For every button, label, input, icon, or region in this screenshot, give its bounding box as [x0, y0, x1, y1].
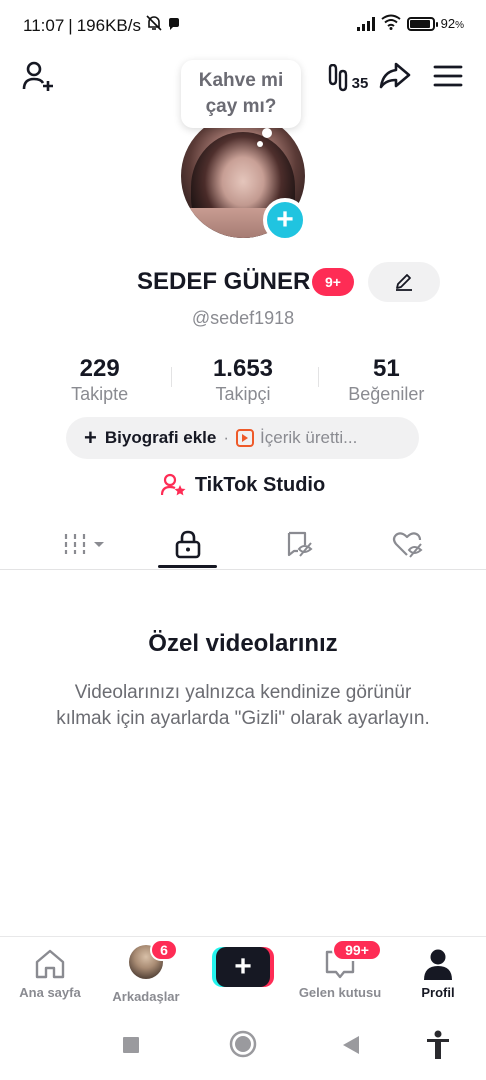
hamburger-menu-icon	[433, 65, 463, 87]
menu-button[interactable]	[428, 56, 468, 96]
stat-following[interactable]: 229 Takipte	[28, 355, 171, 405]
bottom-nav: Ana sayfa Arkadaşlar 6 + Gelen kutusu 99…	[0, 936, 486, 1010]
plus-icon: +	[276, 203, 294, 236]
nav-profile[interactable]: Profil	[408, 937, 468, 1011]
friends-badge: 6	[150, 939, 178, 961]
tiktok-studio-button[interactable]: TikTok Studio	[0, 470, 486, 500]
note-bubble[interactable]: Kahve mi çay mı?	[181, 60, 301, 128]
create-button[interactable]: +	[212, 947, 274, 987]
studio-label: TikTok Studio	[194, 473, 326, 496]
profile-stats: 229 Takipte 1.653 Takipçi 51 Beğeniler	[28, 355, 458, 405]
stat-value: 229	[79, 355, 120, 382]
tab-liked[interactable]	[378, 518, 438, 570]
profile-name: SEDEF GÜNER	[137, 268, 311, 295]
inbox-badge: 99+	[332, 939, 382, 961]
steps-count: 35	[351, 74, 369, 92]
lock-icon	[175, 530, 201, 559]
home-system-button[interactable]	[229, 1030, 257, 1058]
add-bio-link[interactable]: Biyografi ekle	[105, 428, 217, 448]
tab-private[interactable]	[158, 518, 218, 570]
stat-label: Takipçi	[215, 384, 271, 404]
stat-followers[interactable]: 1.653 Takipçi	[171, 355, 314, 405]
studio-user-star-icon	[160, 473, 186, 496]
tab-videos[interactable]	[52, 518, 112, 570]
notification-badge[interactable]: 9+	[312, 268, 354, 296]
system-nav-bar	[0, 1010, 486, 1080]
add-avatar-button[interactable]: +	[263, 198, 307, 242]
tab-reposts[interactable]	[270, 518, 330, 570]
status-speed: 196KB/s	[76, 15, 141, 35]
nav-label: Arkadaşlar	[112, 989, 180, 1004]
bio-pill[interactable]: + Biyografi ekle · İçerik üretti...	[66, 417, 419, 459]
plus-icon: +	[216, 947, 270, 987]
repost-icon	[287, 531, 313, 557]
accessibility-icon	[427, 1030, 449, 1059]
bell-off-icon	[145, 14, 163, 37]
status-separator: |	[68, 15, 73, 35]
grid-icon	[64, 534, 104, 554]
steps-button[interactable]: 35	[322, 60, 372, 96]
signal-icon	[356, 16, 375, 31]
name-row: SEDEF GÜNER 9+	[0, 262, 486, 302]
battery-icon	[406, 16, 438, 31]
separator-dot: ·	[223, 428, 230, 447]
nav-label: Gelen kutusu	[298, 985, 382, 1000]
pencil-icon	[396, 274, 412, 291]
back-triangle-icon	[343, 1036, 359, 1054]
profile-icon	[424, 949, 452, 980]
stat-value: 1.653	[212, 355, 274, 382]
note-line-1: Kahve mi	[198, 70, 284, 91]
status-right: 92%	[356, 14, 464, 33]
liked-hidden-icon	[392, 532, 423, 558]
status-left: 11:07 | 196KB/s	[23, 14, 181, 37]
active-tab-indicator	[158, 565, 217, 568]
share-button[interactable]	[375, 56, 415, 96]
play-icon	[236, 429, 255, 447]
chat-bubble-icon	[167, 16, 181, 36]
square-icon	[123, 1037, 139, 1053]
nav-label: Profil	[421, 985, 455, 1000]
profile-username: @sedef1918	[191, 308, 295, 328]
note-line-2: çay mı?	[205, 96, 277, 117]
footprints-icon	[328, 64, 347, 92]
share-arrow-icon	[379, 62, 411, 89]
recents-button[interactable]	[120, 1034, 142, 1056]
add-user-icon	[22, 61, 53, 91]
empty-state-title: Özel videolarınız	[148, 630, 338, 657]
back-button[interactable]	[340, 1034, 362, 1056]
stat-value: 51	[372, 355, 400, 382]
wifi-icon	[381, 14, 401, 33]
home-icon	[35, 949, 65, 979]
stat-divider	[318, 367, 319, 387]
status-bar: 11:07 | 196KB/s 92%	[0, 0, 486, 48]
stat-label: Beğeniler	[348, 384, 425, 404]
empty-state-description: Videolarınızı yalnızca kendinize görünür…	[56, 682, 430, 729]
stat-likes[interactable]: 51 Beğeniler	[315, 355, 458, 405]
battery-fill	[409, 19, 430, 28]
nav-home[interactable]: Ana sayfa	[10, 937, 90, 1011]
battery-percent: 92%	[440, 16, 464, 31]
circle-icon	[229, 1030, 257, 1058]
bubble-dot	[257, 141, 263, 147]
edit-profile-button[interactable]	[368, 262, 440, 302]
accessibility-button[interactable]	[424, 1030, 452, 1060]
bubble-dot	[262, 128, 272, 138]
stat-divider	[171, 367, 172, 387]
stat-label: Takipte	[71, 384, 129, 404]
add-friend-button[interactable]	[18, 56, 58, 96]
plus-icon: +	[84, 425, 97, 450]
content-tabs	[0, 518, 486, 570]
nav-label: Ana sayfa	[19, 985, 81, 1000]
content-creator-link[interactable]: İçerik üretti...	[260, 428, 357, 448]
status-time: 11:07	[23, 15, 65, 35]
